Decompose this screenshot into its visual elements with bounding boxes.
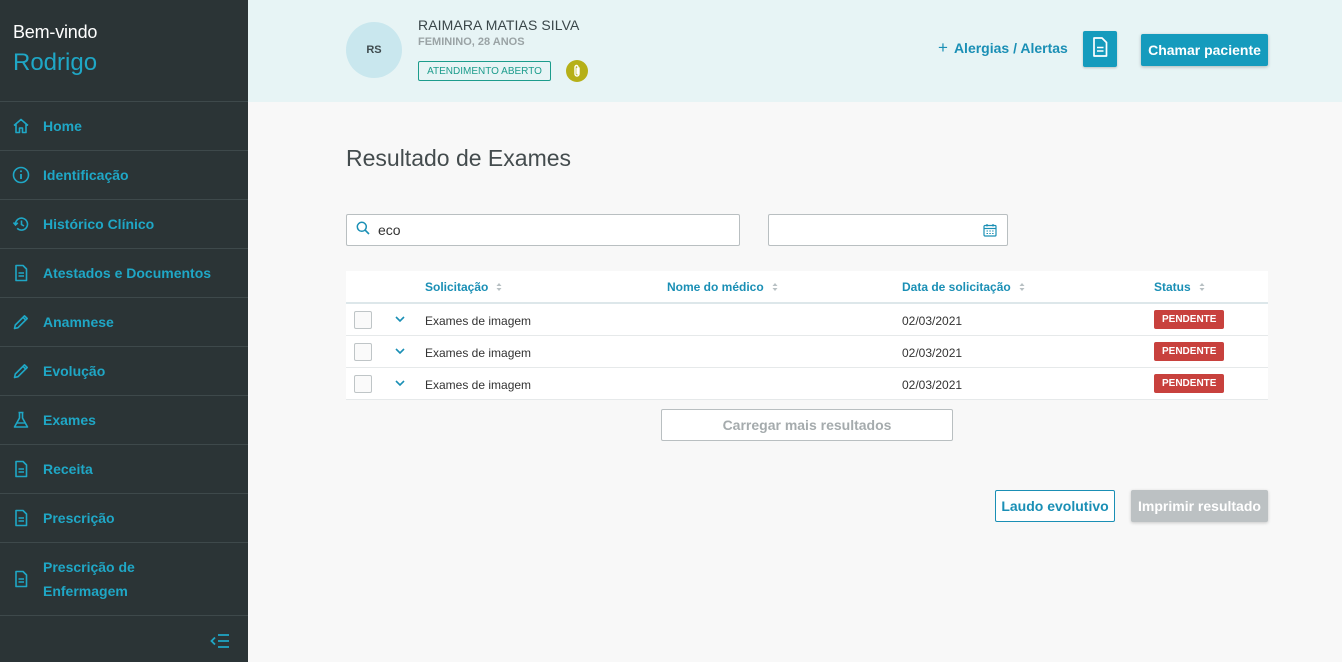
sort-icon xyxy=(1199,282,1205,292)
column-header-status[interactable]: Status xyxy=(1154,280,1205,294)
sidebar-item-atestados[interactable]: Atestados e Documentos xyxy=(0,249,248,298)
cell-solicitacao: Exames de imagem xyxy=(425,346,532,360)
sidebar-item-anamnese[interactable]: Anamnese xyxy=(0,298,248,347)
greeting-text: Bem-vindo xyxy=(13,22,98,42)
avatar: RS xyxy=(346,22,402,78)
exams-table: Solicitação Nome do médico Data de solic… xyxy=(346,271,1268,400)
column-label: Data de solicitação xyxy=(902,280,1011,294)
document-icon xyxy=(12,460,30,478)
column-header-medico[interactable]: Nome do médico xyxy=(667,280,778,294)
cell-data: 02/03/2021 xyxy=(902,378,963,392)
column-label: Nome do médico xyxy=(667,280,764,294)
column-header-solicitacao[interactable]: Solicitação xyxy=(425,280,502,294)
document-icon xyxy=(1092,36,1108,62)
sidebar-item-identificacao[interactable]: Identificação xyxy=(0,151,248,200)
sort-icon xyxy=(496,282,502,292)
status-badge: PENDENTE xyxy=(1154,342,1225,361)
table-row: Exames de imagem 02/03/2021 PENDENTE xyxy=(346,336,1268,368)
column-header-data[interactable]: Data de solicitação xyxy=(902,280,1025,294)
info-icon xyxy=(12,166,30,184)
calendar-icon[interactable] xyxy=(983,223,997,237)
sidebar-item-label: Prescrição xyxy=(43,510,115,526)
home-icon xyxy=(12,117,30,135)
history-icon xyxy=(12,215,30,233)
cell-solicitacao: Exames de imagem xyxy=(425,378,532,392)
print-result-button[interactable]: Imprimir resultado xyxy=(1131,490,1268,522)
patient-header: RS RAIMARA MATIAS SILVA FEMININO, 28 ANO… xyxy=(248,0,1342,102)
sidebar-item-label: Evolução xyxy=(43,363,106,379)
page-title: Resultado de Exames xyxy=(346,145,572,171)
patient-info: FEMININO, 28 ANOS xyxy=(418,36,525,48)
plus-icon: + xyxy=(938,38,948,57)
status-badge: PENDENTE xyxy=(1154,374,1225,393)
search-box[interactable] xyxy=(346,214,740,246)
status-badge: ATENDIMENTO ABERTO xyxy=(418,61,551,81)
welcome-block: Bem-vindo Rodrigo xyxy=(0,0,248,102)
alerts-link[interactable]: + Alergias / Alertas xyxy=(938,38,1068,58)
sidebar-item-label: Receita xyxy=(43,461,93,477)
chevron-down-icon[interactable] xyxy=(394,313,406,325)
row-checkbox[interactable] xyxy=(354,375,372,393)
sidebar-item-historico[interactable]: Histórico Clínico xyxy=(0,200,248,249)
table-row: Exames de imagem 02/03/2021 PENDENTE xyxy=(346,304,1268,336)
sidebar-item-label: Prescrição de Enfermagem xyxy=(43,559,135,599)
sidebar-item-label: Histórico Clínico xyxy=(43,216,155,232)
cell-data: 02/03/2021 xyxy=(902,346,963,360)
chevron-down-icon[interactable] xyxy=(394,345,406,357)
search-input[interactable] xyxy=(378,222,718,238)
document-icon xyxy=(12,570,30,588)
chevron-down-icon[interactable] xyxy=(394,377,406,389)
cell-data: 02/03/2021 xyxy=(902,314,963,328)
collapse-menu-icon[interactable] xyxy=(210,634,230,648)
sidebar-item-prescricao[interactable]: Prescrição xyxy=(0,494,248,543)
cell-solicitacao: Exames de imagem xyxy=(425,314,532,328)
load-more-button[interactable]: Carregar mais resultados xyxy=(661,409,953,441)
column-label: Status xyxy=(1154,280,1191,294)
alerts-label: Alergias / Alertas xyxy=(953,40,1068,56)
sidebar-item-exames[interactable]: Exames xyxy=(0,396,248,445)
status-badge: PENDENTE xyxy=(1154,310,1225,329)
sidebar-item-evolucao[interactable]: Evolução xyxy=(0,347,248,396)
sidebar-item-home[interactable]: Home xyxy=(0,102,248,151)
sidebar: Bem-vindo Rodrigo Home Identificação His… xyxy=(0,0,248,662)
date-filter-input[interactable] xyxy=(768,214,1008,246)
sidebar-item-label: Home xyxy=(43,118,82,134)
document-button[interactable] xyxy=(1083,31,1117,67)
user-name: Rodrigo xyxy=(13,49,98,76)
flask-icon xyxy=(12,411,30,429)
table-row: Exames de imagem 02/03/2021 PENDENTE xyxy=(346,368,1268,400)
search-icon xyxy=(356,221,370,240)
pencil-icon xyxy=(12,313,30,331)
row-checkbox[interactable] xyxy=(354,343,372,361)
sort-icon xyxy=(1019,282,1025,292)
patient-name: RAIMARA MATIAS SILVA xyxy=(418,17,580,33)
document-icon xyxy=(12,264,30,282)
document-icon xyxy=(12,509,30,527)
sidebar-item-label: Exames xyxy=(43,412,96,428)
sidebar-item-receita[interactable]: Receita xyxy=(0,445,248,494)
sidebar-item-label: Anamnese xyxy=(43,314,114,330)
sidebar-item-label: Identificação xyxy=(43,167,129,183)
table-header: Solicitação Nome do médico Data de solic… xyxy=(346,271,1268,304)
row-checkbox[interactable] xyxy=(354,311,372,329)
column-label: Solicitação xyxy=(425,280,489,294)
sidebar-item-prescricao-enfermagem[interactable]: Prescrição de Enfermagem xyxy=(0,543,248,616)
paperclip-icon[interactable] xyxy=(566,60,588,82)
laudo-evolutivo-button[interactable]: Laudo evolutivo xyxy=(995,490,1115,522)
call-patient-button[interactable]: Chamar paciente xyxy=(1141,34,1268,66)
sort-icon xyxy=(772,282,778,292)
sidebar-item-label: Atestados e Documentos xyxy=(43,265,212,281)
pencil-icon xyxy=(12,362,30,380)
